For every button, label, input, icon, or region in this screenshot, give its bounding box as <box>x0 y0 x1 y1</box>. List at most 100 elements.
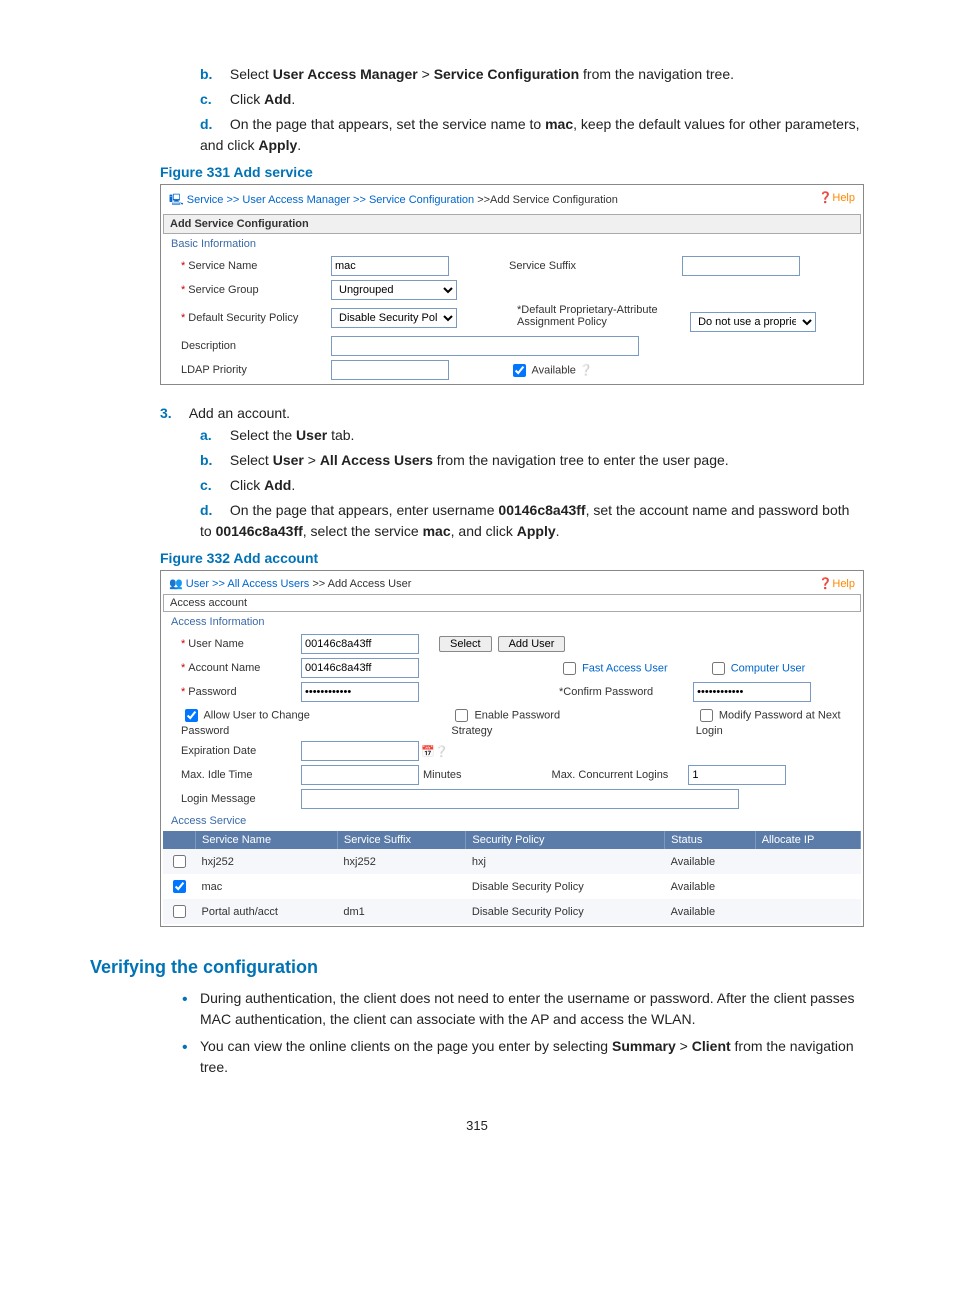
table-row: Portal auth/acct dm1 Disable Security Po… <box>163 899 861 924</box>
substeps-top: b. Select User Access Manager > Service … <box>90 64 864 156</box>
page-number: 315 <box>90 1118 864 1133</box>
ldap-input[interactable] <box>331 360 449 380</box>
crumb-sc[interactable]: Service Configuration <box>369 194 474 206</box>
maxconc-input[interactable] <box>688 765 786 785</box>
cell-allocate <box>755 899 860 924</box>
fast-access-check[interactable] <box>563 662 576 675</box>
help-link[interactable]: ❓Help <box>819 191 855 210</box>
cell-status: Available <box>665 874 756 899</box>
label: Service Group <box>188 284 258 296</box>
idle-input[interactable] <box>301 765 419 785</box>
add-account-panel: 👥 User >> All Access Users >> Add Access… <box>160 570 864 927</box>
label: Service Suffix <box>509 260 679 272</box>
label: Default Security Policy <box>188 312 298 324</box>
substeps-3: a. Select the User tab. b. Select User >… <box>90 425 864 542</box>
label: Service Name <box>188 260 257 272</box>
service-group-select[interactable]: Ungrouped <box>331 280 457 300</box>
cell-suffix: hxj252 <box>337 849 465 874</box>
crumb-user[interactable]: User <box>186 578 209 590</box>
loginmsg-input[interactable] <box>301 789 739 809</box>
crumb-add: >>Add Service Configuration <box>477 194 618 206</box>
crumb-uam[interactable]: User Access Manager <box>242 194 350 206</box>
row-service-group: *Service Group Ungrouped <box>163 278 861 302</box>
row-check[interactable] <box>173 905 186 918</box>
label: LDAP Priority <box>181 364 247 376</box>
verify-list: During authentication, the client does n… <box>90 988 864 1078</box>
username-input[interactable] <box>301 634 419 654</box>
help-icon[interactable]: ❔ <box>579 364 593 376</box>
text: . <box>291 91 295 107</box>
row-username: *User Name Select Add User <box>163 632 861 656</box>
service-name-input[interactable] <box>331 256 449 276</box>
service-suffix-input[interactable] <box>682 256 800 276</box>
row-loginmsg: Login Message <box>163 787 861 811</box>
access-info-title: Access Information <box>163 612 861 632</box>
marker-b: b. <box>200 64 216 85</box>
enable-strategy-check[interactable] <box>455 709 468 722</box>
text: . <box>297 137 301 153</box>
row-password: *Password *Confirm Password <box>163 680 861 704</box>
breadcrumb: 👥 User >> All Access Users >> Add Access… <box>163 573 861 594</box>
accountname-input[interactable] <box>301 658 419 678</box>
expiration-input[interactable] <box>301 741 419 761</box>
cell-allocate <box>755 874 860 899</box>
available-check[interactable] <box>513 364 526 377</box>
bold: Add <box>264 91 291 107</box>
section-title: Access account <box>163 594 861 612</box>
crumb-all[interactable]: All Access Users <box>227 578 309 590</box>
label: Description <box>181 340 236 352</box>
text: Click <box>230 91 264 107</box>
bold: mac <box>545 116 573 132</box>
description-input[interactable] <box>331 336 639 356</box>
text: Add an account. <box>189 405 290 421</box>
row-service-name: *Service Name Service Suffix <box>163 254 861 278</box>
allow-change-check[interactable] <box>185 709 198 722</box>
cell-name: Portal auth/acct <box>196 899 338 924</box>
verify-2: You can view the online clients on the p… <box>200 1036 864 1078</box>
table-row: hxj252 hxj252 hxj Available <box>163 849 861 874</box>
marker-3: 3. <box>160 405 172 421</box>
cell-policy: Disable Security Policy <box>466 899 665 924</box>
table-row: mac Disable Security Policy Available <box>163 874 861 899</box>
row-expiration: Expiration Date 📅❔ <box>163 739 861 763</box>
calendar-icon[interactable]: 📅 <box>421 745 435 758</box>
modify-next-check[interactable] <box>700 709 713 722</box>
def-prop-select[interactable]: Do not use a proprietar <box>690 312 816 332</box>
add-service-panel: 🖳 Service >> User Access Manager >> Serv… <box>160 184 864 385</box>
help-icon[interactable]: ❔ <box>435 745 449 758</box>
user-icon: 👥 <box>169 578 186 590</box>
crumb-service[interactable]: Service <box>187 194 224 206</box>
figure-331-caption: Figure 331 Add service <box>160 164 864 180</box>
step-c: c. Click Add. <box>200 89 864 110</box>
row-def-sec: *Default Security Policy Disable Securit… <box>163 302 861 334</box>
adduser-button[interactable]: Add User <box>498 636 566 652</box>
cell-policy: hxj <box>466 849 665 874</box>
step3-b: b. Select User > All Access Users from t… <box>200 450 864 471</box>
computer-user-check[interactable] <box>712 662 725 675</box>
text: On the page that appears, set the servic… <box>230 116 545 132</box>
crumb-add: >> Add Access User <box>312 578 411 590</box>
text: > <box>418 66 434 82</box>
def-sec-select[interactable]: Disable Security Policy <box>331 308 457 328</box>
verify-heading: Verifying the configuration <box>90 957 864 978</box>
service-table: Service Name Service Suffix Security Pol… <box>163 831 861 924</box>
step-b: b. Select User Access Manager > Service … <box>200 64 864 85</box>
text: from the navigation tree. <box>579 66 734 82</box>
help-link[interactable]: ❓Help <box>819 577 855 590</box>
cell-name: mac <box>196 874 338 899</box>
figure-332-caption: Figure 332 Add account <box>160 550 864 566</box>
step3-d: d. On the page that appears, enter usern… <box>200 500 864 542</box>
cell-allocate <box>755 849 860 874</box>
basic-info-title: Basic Information <box>163 234 861 254</box>
row-check[interactable] <box>173 880 186 893</box>
table-header: Service Name Service Suffix Security Pol… <box>163 831 861 849</box>
password-input[interactable] <box>301 682 419 702</box>
verify-1: During authentication, the client does n… <box>200 988 864 1030</box>
text: Select <box>230 66 273 82</box>
bold: Apply <box>258 137 297 153</box>
confirm-input[interactable] <box>693 682 811 702</box>
select-button[interactable]: Select <box>439 636 492 652</box>
row-accountname: *Account Name Fast Access User Computer … <box>163 656 861 680</box>
section-title: Add Service Configuration <box>163 214 861 234</box>
row-check[interactable] <box>173 855 186 868</box>
